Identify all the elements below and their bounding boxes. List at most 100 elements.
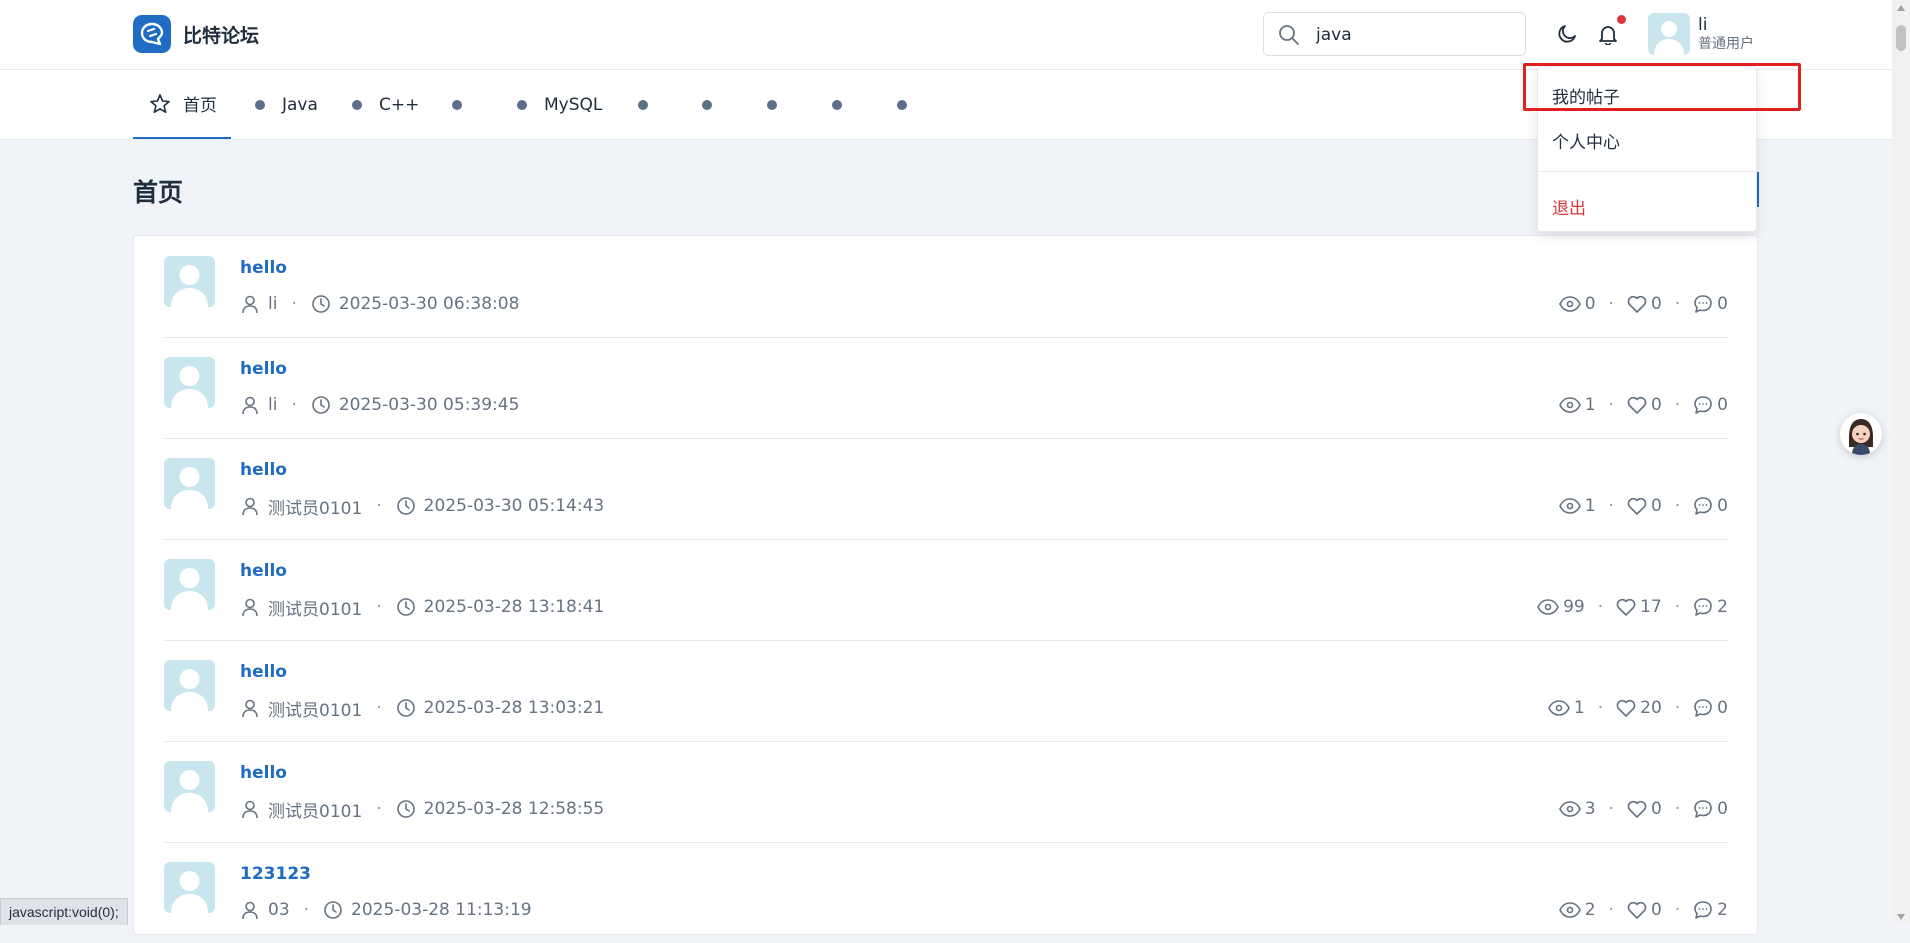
scroll-thumb[interactable] <box>1896 25 1906 51</box>
menu-item-profile[interactable]: 个人中心 <box>1552 128 1620 153</box>
comment-icon <box>1694 396 1712 414</box>
post-title-link[interactable]: hello <box>240 662 287 682</box>
post-author[interactable]: li <box>268 294 277 314</box>
assistant-avatar-icon[interactable] <box>1840 413 1882 455</box>
heart-icon <box>1627 800 1647 818</box>
post-title-link[interactable]: 123123 <box>240 864 311 884</box>
bullet-dot <box>702 99 712 110</box>
user-icon <box>242 901 258 920</box>
nav-label: Java <box>282 94 318 115</box>
menu-divider <box>1538 171 1756 172</box>
view-count: 3 <box>1584 799 1596 819</box>
view-count: 99 <box>1563 597 1585 617</box>
avatar[interactable] <box>164 559 215 610</box>
heart-icon <box>1616 699 1636 717</box>
clock-icon <box>396 800 415 818</box>
comment-count: 0 <box>1717 799 1728 819</box>
vertical-scrollbar[interactable] <box>1892 0 1910 925</box>
bell-icon[interactable] <box>1597 23 1619 45</box>
user-icon <box>242 396 258 415</box>
nav-item-empty[interactable] <box>767 70 794 139</box>
scroll-up-icon[interactable] <box>1897 5 1905 11</box>
nav-item-empty[interactable] <box>638 70 665 139</box>
comment-count: 0 <box>1717 496 1728 516</box>
brand[interactable]: 比特论坛 <box>133 15 259 53</box>
post-title-link[interactable]: hello <box>240 763 287 783</box>
post-title-link[interactable]: hello <box>240 359 287 379</box>
nav-item-empty[interactable] <box>832 70 859 139</box>
top-header: 比特论坛 li 普通用户 <box>0 0 1892 70</box>
moon-icon[interactable] <box>1556 23 1578 45</box>
search-input[interactable] <box>1314 21 1518 49</box>
comment-count: 2 <box>1717 900 1728 920</box>
post-time: 2025-03-28 13:18:41 <box>423 597 605 617</box>
post-time: 2025-03-28 13:03:21 <box>423 698 605 718</box>
user-dropdown-menu: 我的帖子 个人中心 退出 <box>1537 66 1757 232</box>
menu-item-my-posts[interactable]: 我的帖子 <box>1552 83 1620 108</box>
nav-item-empty[interactable] <box>897 70 924 139</box>
avatar[interactable] <box>164 256 215 307</box>
avatar[interactable] <box>164 862 215 913</box>
nav-item-mysql[interactable]: MySQL <box>517 70 602 139</box>
post-title-link[interactable]: hello <box>240 460 287 480</box>
post-title-link[interactable]: hello <box>240 258 287 278</box>
notification-dot <box>1617 15 1626 24</box>
nav-item-java[interactable]: Java <box>255 70 318 139</box>
clock-icon <box>312 396 330 414</box>
search-icon <box>1279 25 1299 45</box>
comment-icon <box>1694 598 1712 616</box>
clock-icon <box>396 497 415 515</box>
post-author[interactable]: li <box>268 395 277 415</box>
heart-icon <box>1616 598 1636 616</box>
user-icon <box>242 295 258 314</box>
like-count: 20 <box>1640 698 1662 718</box>
user-menu[interactable]: li 普通用户 <box>1648 13 1754 55</box>
post-author[interactable]: 测试员0101 <box>268 797 362 822</box>
eye-icon <box>1537 599 1559 615</box>
page-title: 首页 <box>133 178 184 207</box>
bullet-dot <box>452 99 462 110</box>
site-name: 比特论坛 <box>183 24 260 47</box>
logo-icon <box>133 15 171 53</box>
heart-icon <box>1627 901 1647 919</box>
clock-icon <box>312 295 330 313</box>
user-icon <box>242 497 258 516</box>
post-time: 2025-03-28 11:13:19 <box>351 900 532 920</box>
search-box[interactable] <box>1263 12 1526 56</box>
nav-label: C++ <box>379 94 420 115</box>
bullet-dot <box>517 99 527 110</box>
nav-item-cpp[interactable]: C++ <box>352 70 419 139</box>
nav-item-empty[interactable] <box>702 70 729 139</box>
post-author[interactable]: 03 <box>268 900 290 920</box>
post-title-link[interactable]: hello <box>240 561 287 581</box>
post-time: 2025-03-28 12:58:55 <box>423 799 605 819</box>
avatar[interactable] <box>164 761 215 812</box>
post-author[interactable]: 测试员0101 <box>268 494 362 519</box>
avatar[interactable] <box>164 357 215 408</box>
like-count: 0 <box>1650 496 1662 516</box>
nav-item-home[interactable]: 首页 <box>133 70 231 139</box>
nav-label: MySQL <box>544 94 603 115</box>
bullet-dot <box>255 99 265 110</box>
heart-icon <box>1627 295 1647 313</box>
list-item: hello 测试员0101 · 2025-03-28 13:03:21 1 · … <box>164 640 1728 742</box>
comment-icon <box>1694 699 1712 717</box>
list-item: hello li · 2025-03-30 06:38:08 0 · 0 · 0 <box>164 236 1728 338</box>
list-item: hello li · 2025-03-30 05:39:45 1 · 0 · 0 <box>164 337 1728 439</box>
bullet-dot <box>767 99 777 110</box>
nav-label: 首页 <box>183 96 217 116</box>
list-item: hello 测试员0101 · 2025-03-28 12:58:55 3 · … <box>164 741 1728 843</box>
post-author[interactable]: 测试员0101 <box>268 696 362 721</box>
comment-icon <box>1694 295 1712 313</box>
avatar[interactable] <box>164 660 215 711</box>
nav-item-empty[interactable] <box>452 70 479 139</box>
menu-item-logout[interactable]: 退出 <box>1552 194 1586 219</box>
user-icon <box>242 699 258 718</box>
eye-icon <box>1558 801 1581 817</box>
scroll-down-icon[interactable] <box>1897 914 1905 920</box>
bullet-dot <box>832 99 842 110</box>
avatar[interactable] <box>164 458 215 509</box>
post-author[interactable]: 测试员0101 <box>268 595 362 620</box>
like-count: 0 <box>1650 900 1662 920</box>
comment-count: 0 <box>1717 294 1728 314</box>
